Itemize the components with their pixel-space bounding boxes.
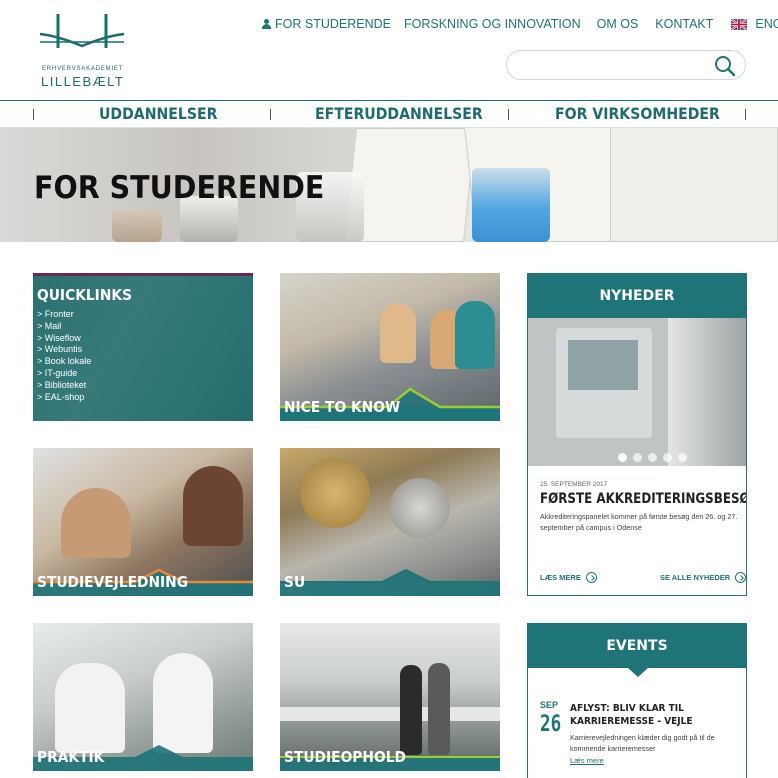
page-title: FOR STUDERENDE (34, 170, 325, 206)
bridge-logo-icon (39, 14, 125, 48)
nice-to-know-tile[interactable]: NICE TO KNOW (280, 273, 500, 421)
quicklink-item[interactable]: > Mail (37, 321, 91, 333)
events-heading: EVENTS (528, 624, 746, 677)
main-nav-for-virksomheder[interactable]: FOR VIRKSOMHEDER (555, 104, 720, 123)
quicklink-item[interactable]: > Webuntis (37, 344, 91, 356)
studieophold-tile[interactable]: STUDIEOPHOLD (280, 623, 500, 771)
event-read-more-link[interactable]: Læs mere (570, 756, 604, 765)
nav-english-label: ENGLISH (755, 17, 778, 31)
read-more-link[interactable]: LÆS MERE (540, 572, 597, 583)
carousel-dots (618, 453, 693, 462)
chevron-right-icon (735, 572, 746, 583)
praktik-tile[interactable]: PRAKTIK (33, 623, 253, 771)
nav-for-students-label: FOR STUDERENDE (275, 17, 391, 31)
device-side (668, 318, 746, 466)
quicklinks-title: QUICKLINKS (37, 286, 133, 304)
quicklink-item[interactable]: > EAL-shop (37, 392, 91, 404)
event-day: 26 (540, 712, 562, 737)
quicklink-item[interactable]: > Fronter (37, 309, 91, 321)
nav-for-students[interactable]: FOR STUDERENDE (262, 17, 391, 31)
main-nav-uddannelser[interactable]: UDDANNELSER (99, 104, 217, 123)
search-icon[interactable] (713, 54, 737, 78)
news-text: Akkrediteringspanelet kommer på første b… (540, 512, 738, 532)
person-figure (380, 303, 416, 363)
main-nav: UDDANNELSER EFTERUDDANNELSER FOR VIRKSOM… (0, 100, 778, 128)
tile-caption: STUDIEVEJLEDNING (37, 573, 189, 591)
quicklinks-tile: QUICKLINKS > Fronter > Mail > Wiseflow >… (33, 273, 253, 421)
nav-divider (508, 109, 509, 120)
quicklink-item[interactable]: > Book lokale (37, 356, 91, 368)
read-more-label: LÆS MERE (540, 573, 581, 582)
studievejledning-tile[interactable]: STUDIEVEJLEDNING (33, 448, 253, 596)
main-nav-efteruddannelser[interactable]: EFTERUDDANNELSER (315, 104, 483, 123)
tile-band (280, 568, 500, 596)
hero-banner: FOR STUDERENDE (0, 128, 778, 242)
news-date: 25. SEPTEMBER 2017 (540, 481, 608, 488)
carousel-dot[interactable] (648, 453, 657, 462)
quicklink-item[interactable]: > Wiseflow (37, 333, 91, 345)
news-heading: NYHEDER (528, 274, 746, 327)
nav-divider (33, 109, 34, 120)
chevron-right-icon (585, 572, 597, 583)
tile-caption: PRAKTIK (37, 748, 105, 766)
carousel-dot[interactable] (618, 453, 627, 462)
quicklinks-list: > Fronter > Mail > Wiseflow > Webuntis >… (37, 309, 91, 403)
hero-jar (112, 210, 162, 242)
logo[interactable]: ERHVERVSAKADEMIET LILLEBÆLT (38, 12, 128, 89)
device-screen (568, 340, 638, 390)
nav-about[interactable]: OM OS (597, 17, 639, 31)
see-all-news-label: SE ALLE NYHEDER (660, 573, 731, 582)
nav-divider (270, 109, 271, 120)
person-icon (262, 19, 271, 29)
carousel-dot[interactable] (678, 453, 687, 462)
carousel-dot[interactable] (663, 453, 672, 462)
logo-subtitle: ERHVERVSAKADEMIET (42, 66, 124, 72)
events-card: EVENTS SEP 26 AFLYST: BLIV KLAR TIL KARR… (527, 623, 747, 778)
search-box (506, 50, 746, 80)
event-title[interactable]: AFLYST: BLIV KLAR TIL KARRIEREMESSE - VE… (570, 702, 725, 728)
hero-blue-jar (472, 168, 550, 242)
person-figure (455, 301, 495, 369)
top-nav: FOR STUDERENDE FORSKNING OG INNOVATION O… (262, 17, 778, 31)
coin-shape (300, 458, 370, 528)
carousel-dot[interactable] (633, 453, 642, 462)
logo-title: LILLEBÆLT (41, 74, 125, 89)
nav-english[interactable]: ENGLISH (731, 17, 778, 31)
tile-caption: STUDIEOPHOLD (284, 748, 406, 766)
coin-shape (390, 478, 450, 538)
nav-research[interactable]: FORSKNING OG INNOVATION (404, 17, 581, 31)
see-all-news-link[interactable]: SE ALLE NYHEDER (660, 572, 746, 583)
nav-divider (745, 109, 746, 120)
news-title[interactable]: FØRSTE AKKREDITERINGSBESØG (540, 491, 746, 507)
event-text: Karrierevejledningen klæder dig godt på … (570, 733, 715, 753)
person-figure (183, 466, 243, 546)
news-card: NYHEDER 25. SEPTEMBER 2017 FØRSTE AKKRED… (527, 273, 747, 596)
news-photo[interactable] (528, 318, 746, 466)
uk-flag-icon (731, 18, 748, 30)
quicklink-item[interactable]: > Biblioteket (37, 380, 91, 392)
hero-paper (610, 128, 778, 242)
event-month: SEP (540, 700, 559, 710)
search-input[interactable] (507, 51, 707, 79)
su-tile[interactable]: SU (280, 448, 500, 596)
quicklink-item[interactable]: > IT-guide (37, 368, 91, 380)
nav-contact[interactable]: KONTAKT (655, 17, 713, 31)
tile-caption: SU (284, 573, 306, 591)
tile-caption: NICE TO KNOW (284, 398, 401, 416)
